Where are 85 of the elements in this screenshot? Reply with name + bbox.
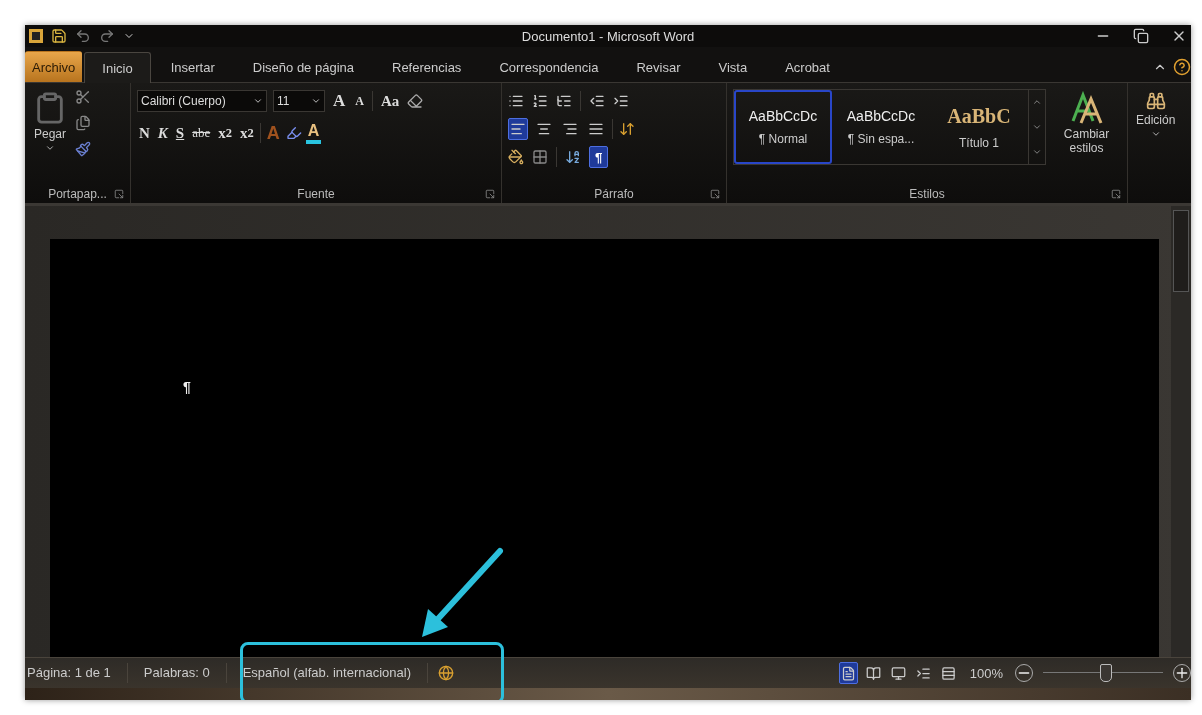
style-name: Título 1 [959, 135, 999, 150]
view-icon [940, 665, 956, 681]
style-sample: AaBbC [947, 104, 1011, 128]
ribbon-tab[interactable]: Acrobat [767, 51, 848, 82]
view-icon [890, 665, 906, 681]
shrink-font-button[interactable]: A [353, 90, 366, 112]
ribbon-tab[interactable]: Vista [700, 51, 766, 82]
ribbon-tab[interactable]: Inicio [84, 52, 151, 83]
proofing-icon[interactable] [438, 665, 454, 681]
scroll-down-icon[interactable] [1032, 122, 1042, 132]
view-icon [915, 665, 931, 681]
group-label: Párrafo [594, 187, 634, 201]
style-item[interactable]: AaBbCcDc ¶ Sin espa... [832, 90, 930, 164]
cut-icon[interactable] [75, 89, 91, 105]
view-button[interactable] [838, 662, 858, 684]
help-icon[interactable] [1173, 58, 1191, 76]
undo-icon[interactable] [75, 28, 91, 44]
paste-button[interactable]: Pegar [31, 89, 69, 185]
copy-icon[interactable] [75, 115, 91, 131]
style-name: ¶ Normal [758, 132, 808, 146]
clear-format-icon[interactable] [407, 93, 424, 109]
grow-font-button[interactable]: A [331, 90, 348, 112]
paragraph-mark: ¶ [183, 379, 191, 395]
multilevel-list-icon[interactable] [556, 93, 572, 109]
style-sample: AaBbCcDc [748, 108, 818, 124]
line-spacing-icon[interactable] [619, 121, 635, 137]
style-sample: AaBbCcDc [846, 108, 916, 124]
ribbon-tab[interactable]: Correspondencia [481, 51, 617, 82]
numbering-icon[interactable] [532, 93, 548, 109]
sort-icon[interactable] [565, 149, 581, 165]
change-styles-button[interactable]: Cambiar estilos [1052, 89, 1121, 185]
page-count[interactable]: Página: 1 de 1 [25, 663, 128, 683]
style-item[interactable]: AaBbC Título 1 [930, 90, 1028, 164]
ribbon-tab[interactable]: Insertar [152, 51, 233, 82]
dialog-launcher-icon[interactable] [710, 189, 720, 199]
view-icon [840, 665, 856, 681]
bullets-icon[interactable] [508, 93, 524, 109]
ribbon-tab[interactable]: Revisar [618, 51, 699, 82]
redo-icon[interactable] [99, 28, 115, 44]
zoom-thumb[interactable] [1100, 664, 1113, 682]
format-painter-icon[interactable] [75, 141, 91, 157]
ribbon-tab[interactable]: Referencias [374, 51, 480, 82]
caret-icon [1150, 129, 1161, 139]
borders-icon[interactable] [532, 149, 548, 165]
zoom-level[interactable]: 100% [969, 665, 1003, 681]
dialog-launcher-icon[interactable] [485, 189, 495, 199]
save-icon[interactable] [51, 28, 67, 44]
group-label: Estilos [909, 187, 945, 201]
caret-icon [311, 96, 321, 106]
change-case-button[interactable]: Aa [378, 90, 402, 112]
show-marks-button[interactable]: ¶ [589, 146, 609, 168]
format-button[interactable]: N [137, 122, 152, 144]
word-count[interactable]: Palabras: 0 [127, 663, 227, 683]
align-button[interactable] [508, 118, 528, 140]
vertical-scrollbar[interactable] [1171, 206, 1191, 657]
align-icon [536, 121, 552, 137]
caret-icon [253, 96, 263, 106]
font-color-button[interactable]: A [305, 122, 322, 144]
binoculars-icon [1145, 91, 1166, 111]
font-size-field[interactable]: 11 [273, 90, 325, 112]
format-button[interactable]: abe [190, 122, 213, 144]
view-icon [865, 665, 881, 681]
increase-indent-icon[interactable] [613, 93, 629, 109]
style-name: ¶ Sin espa... [847, 132, 915, 146]
align-icon [562, 121, 578, 137]
language-indicator[interactable]: Español (alfab. internacional) [226, 663, 428, 683]
font-name-field[interactable]: Calibri (Cuerpo) [137, 90, 267, 112]
highlighter-icon[interactable] [285, 125, 302, 141]
format-button[interactable]: S [173, 122, 187, 144]
style-item[interactable]: AaBbCcDc ¶ Normal [734, 90, 832, 164]
group-label: Fuente [297, 187, 335, 201]
align-icon [588, 121, 604, 137]
editing-button[interactable]: Edición [1134, 89, 1178, 203]
ribbon-tab[interactable]: Diseño de página [234, 51, 372, 82]
file-tab[interactable]: Archivo [25, 51, 83, 82]
window-title: Documento1 - Microsoft Word [521, 28, 695, 44]
shading-icon[interactable] [508, 149, 524, 165]
dialog-launcher-icon[interactable] [114, 189, 124, 199]
caret-icon [45, 143, 55, 153]
align-icon [510, 121, 526, 137]
dialog-launcher-icon[interactable] [1111, 189, 1121, 199]
decrease-indent-icon[interactable] [589, 93, 605, 109]
group-label: Portapap... [48, 187, 107, 201]
restore-icon[interactable] [1133, 28, 1149, 44]
format-button[interactable]: K [155, 122, 170, 144]
